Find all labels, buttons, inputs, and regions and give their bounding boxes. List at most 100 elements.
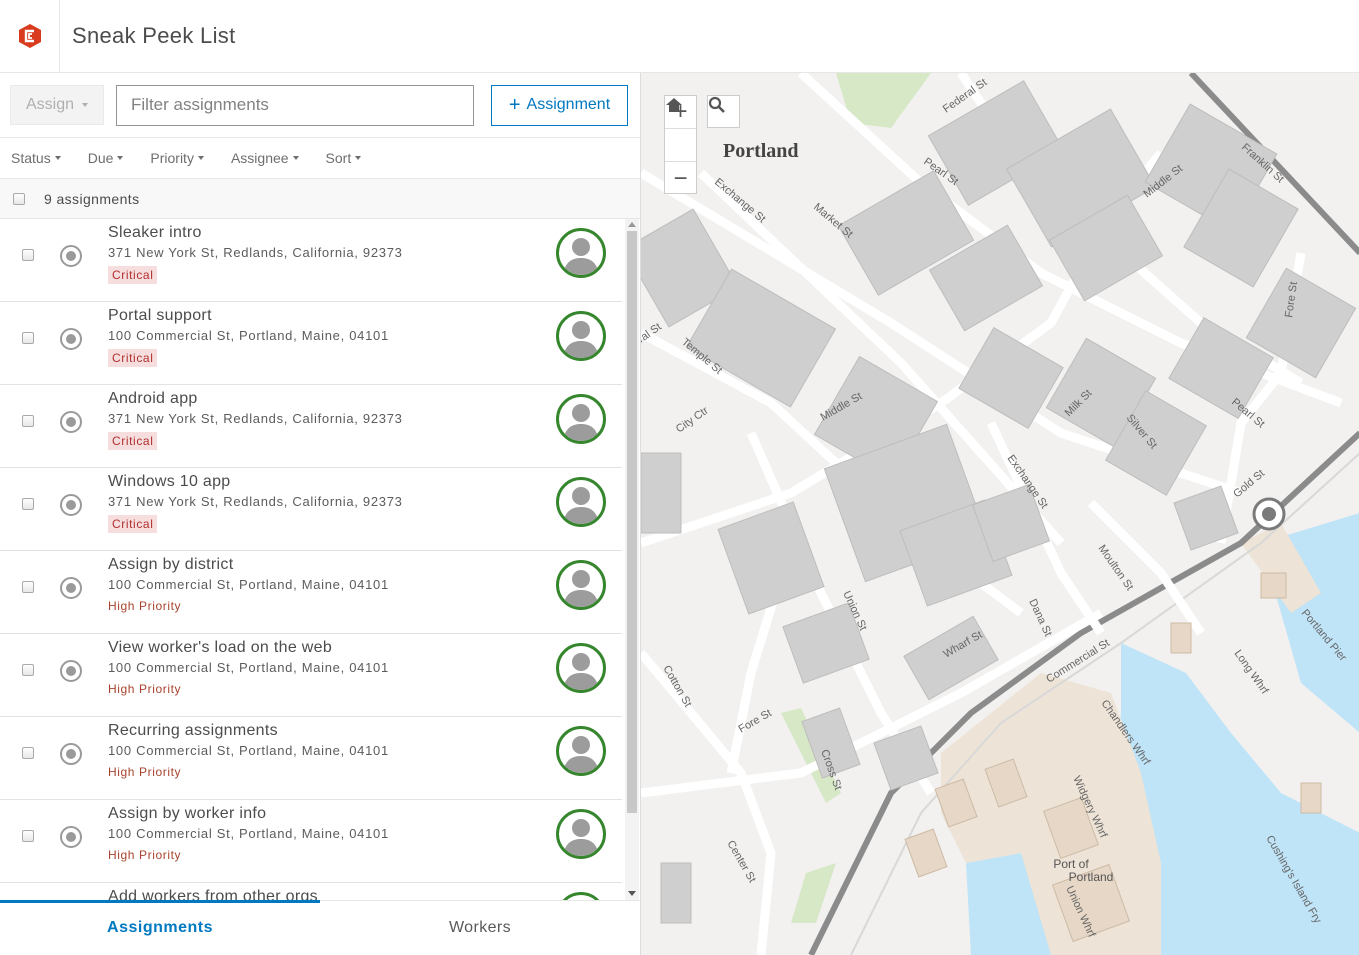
row-checkbox[interactable] [22,664,34,676]
status-radio-icon[interactable] [60,826,82,848]
status-radio-icon[interactable] [60,577,82,599]
assignment-info: Windows 10 app 371 New York St, Redlands… [108,473,403,533]
assignment-address: 371 New York St, Redlands, California, 9… [108,245,403,260]
map-zoom-controls: + − [664,95,697,194]
priority-badge: High Priority [108,765,182,779]
tab-workers-label: Workers [448,919,512,936]
avatar[interactable] [556,560,606,610]
row-checkbox[interactable] [22,332,34,344]
street-label: Long Whrf [1232,648,1271,697]
scrollbar[interactable] [625,219,639,900]
map-canvas[interactable]: Portland Port of Portland Federal St Pea… [641,73,1359,955]
assignment-title: Portal support [108,307,212,324]
status-filter[interactable]: Status [11,150,61,166]
chevron-down-icon [197,156,204,160]
app-logo-icon [18,24,41,48]
row-checkbox[interactable] [22,415,34,427]
map-view[interactable]: Portland Port of Portland Federal St Pea… [640,73,1359,955]
avatar[interactable] [556,892,606,900]
avatar[interactable] [556,643,606,693]
add-assignment-button[interactable]: + Assignment [491,84,628,126]
select-all-bar: 9 assignments [0,179,640,219]
assignment-info: Add workers from other orgs [108,888,318,900]
home-button[interactable] [665,98,696,162]
assignee-filter-label: Assignee [230,150,289,166]
due-filter[interactable]: Due [88,150,124,166]
assignment-info: Assign by worker info 100 Commercial St,… [108,805,389,864]
row-checkbox[interactable] [22,747,34,759]
assignee-filter[interactable]: Assignee [231,150,299,166]
chevron-down-icon [355,156,362,160]
list-item[interactable]: View worker's load on the web 100 Commer… [0,634,622,717]
tab-workers[interactable]: Workers [320,901,640,955]
chevron-down-icon [82,103,89,107]
avatar[interactable] [556,726,606,776]
avatar[interactable] [556,394,606,444]
priority-badge: High Priority [108,682,182,696]
page-title: Sneak Peek List [72,23,236,48]
avatar[interactable] [556,228,606,278]
bottom-tabs: Assignments Workers [0,900,640,955]
scroll-down-icon[interactable] [628,891,636,896]
assignment-info: View worker's load on the web 100 Commer… [108,639,389,698]
scroll-up-icon[interactable] [628,222,636,227]
assignment-title: Windows 10 app [108,473,231,490]
street-label: Dana St [1026,597,1054,638]
assignment-address: 371 New York St, Redlands, California, 9… [108,494,403,509]
avatar[interactable] [556,809,606,859]
minus-icon: − [673,164,688,192]
list-item[interactable]: Add workers from other orgs [0,883,622,900]
select-all-checkbox[interactable] [13,192,25,205]
assignment-address: 100 Commercial St, Portland, Maine, 0410… [108,328,389,343]
assignment-list: Sleaker intro 371 New York St, Redlands,… [0,219,622,900]
status-radio-icon[interactable] [60,245,82,267]
status-radio-icon[interactable] [60,411,82,433]
app-logo[interactable] [0,0,60,73]
filter-input[interactable] [116,84,474,126]
status-radio-icon[interactable] [60,660,82,682]
list-item[interactable]: Sleaker intro 371 New York St, Redlands,… [0,219,622,302]
street-label: Moulton St [1096,543,1136,593]
app-header: Sneak Peek List [0,0,1359,73]
assignment-info: Recurring assignments 100 Commercial St,… [108,722,389,781]
row-checkbox[interactable] [22,249,34,261]
row-checkbox[interactable] [22,830,34,842]
assignment-list-container: Sleaker intro 371 New York St, Redlands,… [0,219,640,900]
zoom-out-button[interactable]: − [665,162,696,195]
list-item[interactable]: Portal support 100 Commercial St, Portla… [0,302,622,385]
user-avatar-icon [563,653,599,690]
assignment-count: 9 assignments [44,190,140,207]
priority-badge: Critical [108,432,158,450]
list-item[interactable]: Recurring assignments 100 Commercial St,… [0,717,622,800]
due-filter-label: Due [87,150,114,166]
list-item[interactable]: Windows 10 app 371 New York St, Redlands… [0,468,622,551]
status-radio-icon[interactable] [60,743,82,765]
avatar[interactable] [556,311,606,361]
map-search-button[interactable] [707,95,740,128]
list-item[interactable]: Assign by worker info 100 Commercial St,… [0,800,622,883]
status-radio-icon[interactable] [60,328,82,350]
list-item[interactable]: Assign by district 100 Commercial St, Po… [0,551,622,634]
scrollbar-thumb[interactable] [627,231,637,813]
user-avatar-icon [563,819,599,856]
avatar[interactable] [556,477,606,527]
search-icon [708,96,725,113]
tab-assignments[interactable]: Assignments [0,900,320,955]
map-city-label: Portland [723,140,799,162]
add-assignment-label: Assignment [526,96,611,113]
chevron-down-icon [54,156,61,160]
list-item[interactable]: Android app 371 New York St, Redlands, C… [0,385,622,468]
row-checkbox[interactable] [22,498,34,510]
priority-filter[interactable]: Priority [150,150,204,166]
priority-badge: Critical [108,349,158,367]
assignment-info: Android app 371 New York St, Redlands, C… [108,390,403,450]
row-checkbox[interactable] [22,581,34,593]
sort-dropdown[interactable]: Sort [326,150,362,166]
user-avatar-icon [563,736,599,773]
assign-dropdown-button[interactable]: Assign [10,85,104,125]
assignment-title: Recurring assignments [108,722,278,739]
user-avatar-icon [563,404,599,441]
status-filter-label: Status [11,150,51,166]
user-avatar-icon [563,321,599,358]
status-radio-icon[interactable] [60,494,82,516]
